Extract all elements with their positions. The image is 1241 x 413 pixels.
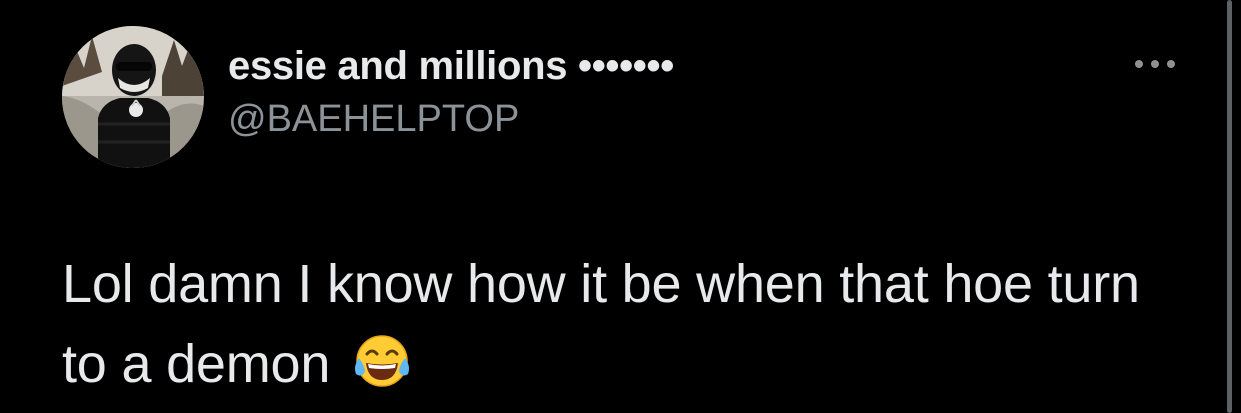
more-options-button[interactable] [1130,52,1180,76]
display-name[interactable]: essie and millions ••••••• [228,40,674,92]
scrollbar[interactable] [1227,0,1232,413]
tweet-header: essie and millions ••••••• @BAEHELPTOP [228,40,674,144]
face-with-tears-of-joy-icon [351,330,413,392]
user-handle[interactable]: @BAEHELPTOP [228,94,674,144]
tweet-text: Lol damn I know how it be when that hoe … [62,244,1192,404]
avatar-photo-icon [62,26,204,168]
avatar[interactable] [62,26,204,168]
tweet-card: essie and millions ••••••• @BAEHELPTOP L… [0,0,1241,413]
tweet-text-content: Lol damn I know how it be when that hoe … [62,254,1140,394]
more-horizontal-icon [1135,60,1175,68]
